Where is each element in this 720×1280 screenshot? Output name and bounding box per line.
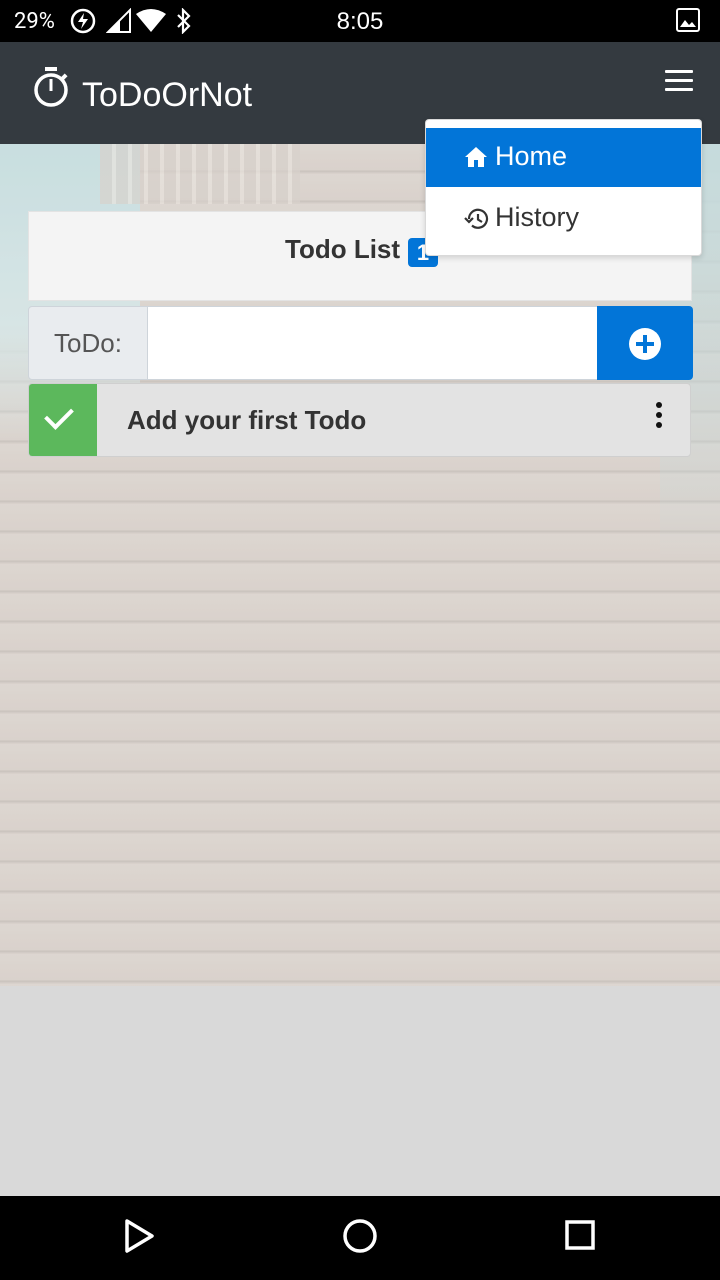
image-notification-icon: [676, 8, 700, 37]
todo-item[interactable]: Add your first Todo: [28, 383, 691, 457]
back-icon[interactable]: [122, 1218, 156, 1259]
timer-icon: [32, 66, 70, 113]
menu-item-label: Home: [495, 141, 568, 171]
check-icon: [44, 400, 74, 430]
app-title[interactable]: ToDoOrNot: [82, 76, 252, 115]
kebab-menu-icon[interactable]: [649, 402, 669, 438]
todo-input[interactable]: [147, 306, 598, 380]
menu-item-history[interactable]: History: [426, 189, 701, 248]
clock: 8:05: [336, 8, 384, 35]
todo-input-label: ToDo:: [28, 306, 148, 380]
home-circle-icon[interactable]: [342, 1218, 378, 1259]
card-title: Todo List: [285, 234, 401, 264]
status-bar: 29% 8:05: [0, 0, 720, 42]
system-nav-bar: [0, 1196, 720, 1280]
menu-item-label: History: [495, 202, 580, 232]
todo-input-group: ToDo:: [28, 306, 693, 380]
plus-circle-icon: [629, 328, 661, 360]
home-icon: [464, 146, 488, 173]
page-background: [0, 986, 720, 1196]
history-icon: [464, 207, 490, 236]
menu-item-home[interactable]: Home: [426, 128, 701, 187]
recents-icon[interactable]: [564, 1218, 596, 1257]
complete-todo-button[interactable]: [29, 384, 97, 456]
add-todo-button[interactable]: [597, 306, 693, 380]
todo-text: Add your first Todo: [127, 405, 367, 435]
hamburger-menu-icon[interactable]: [664, 70, 694, 96]
nav-dropdown-menu: Home History: [425, 119, 702, 256]
